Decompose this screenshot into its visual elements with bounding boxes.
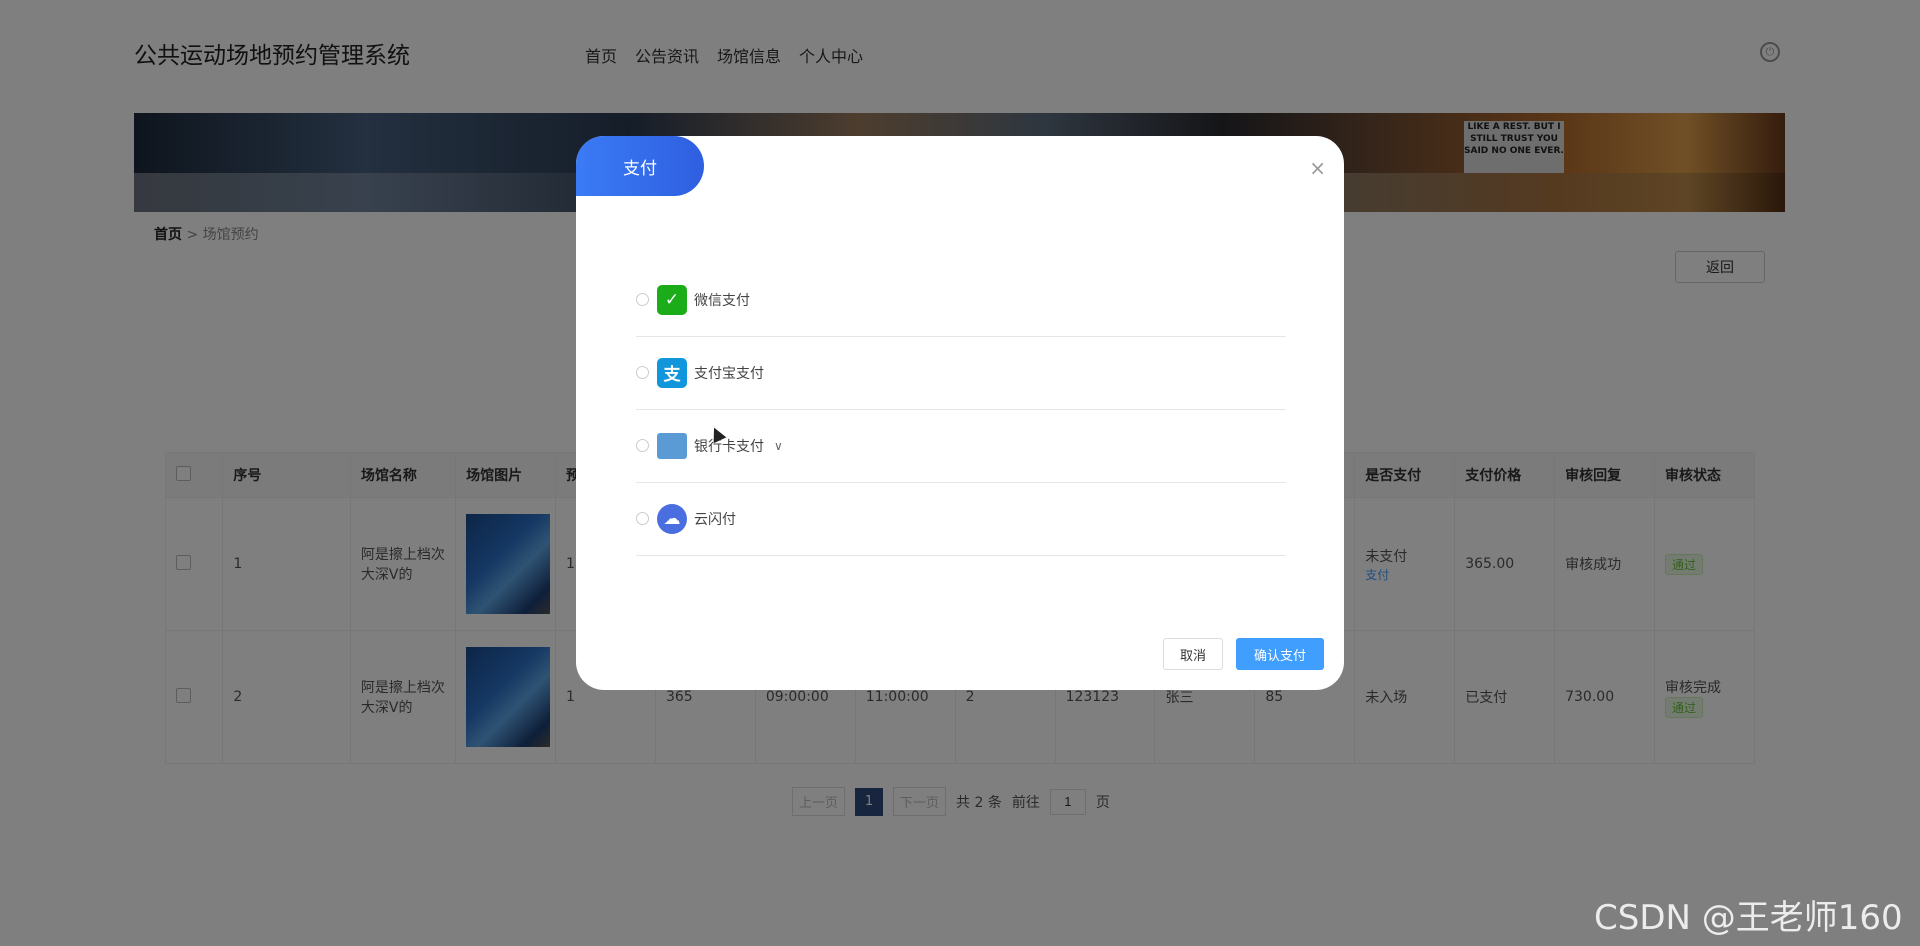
radio-bank-card[interactable] [636, 439, 649, 452]
bank-card-icon [657, 432, 687, 459]
wechat-icon: ✓ [657, 284, 687, 315]
alipay-icon: 支 [657, 357, 687, 388]
dialog-title: 支付 [576, 136, 704, 196]
watermark: CSDN @王老师160 [1594, 898, 1903, 938]
option-label-bank-card: 银行卡支付 [694, 438, 764, 455]
option-label-unionpay: 云闪付 [694, 511, 736, 528]
payment-option-wechat[interactable]: ✓ 微信支付 [636, 263, 1286, 337]
radio-unionpay[interactable] [636, 512, 649, 525]
confirm-pay-button[interactable]: 确认支付 [1236, 638, 1324, 670]
payment-dialog: 支付 × ✓ 微信支付 支 支付宝支付 银行卡支付 ∨ ☁ 云闪付 取消 确认支… [576, 136, 1344, 690]
payment-option-bank-card[interactable]: 银行卡支付 ∨ [636, 409, 1286, 483]
option-label-wechat: 微信支付 [694, 292, 750, 309]
radio-alipay[interactable] [636, 366, 649, 379]
payment-option-unionpay[interactable]: ☁ 云闪付 [636, 482, 1286, 556]
close-icon[interactable]: × [1309, 156, 1326, 180]
option-label-alipay: 支付宝支付 [694, 365, 764, 382]
cancel-button[interactable]: 取消 [1163, 638, 1223, 670]
payment-option-alipay[interactable]: 支 支付宝支付 [636, 336, 1286, 410]
radio-wechat[interactable] [636, 293, 649, 306]
chevron-down-icon[interactable]: ∨ [774, 439, 783, 453]
unionpay-icon: ☁ [657, 503, 687, 534]
